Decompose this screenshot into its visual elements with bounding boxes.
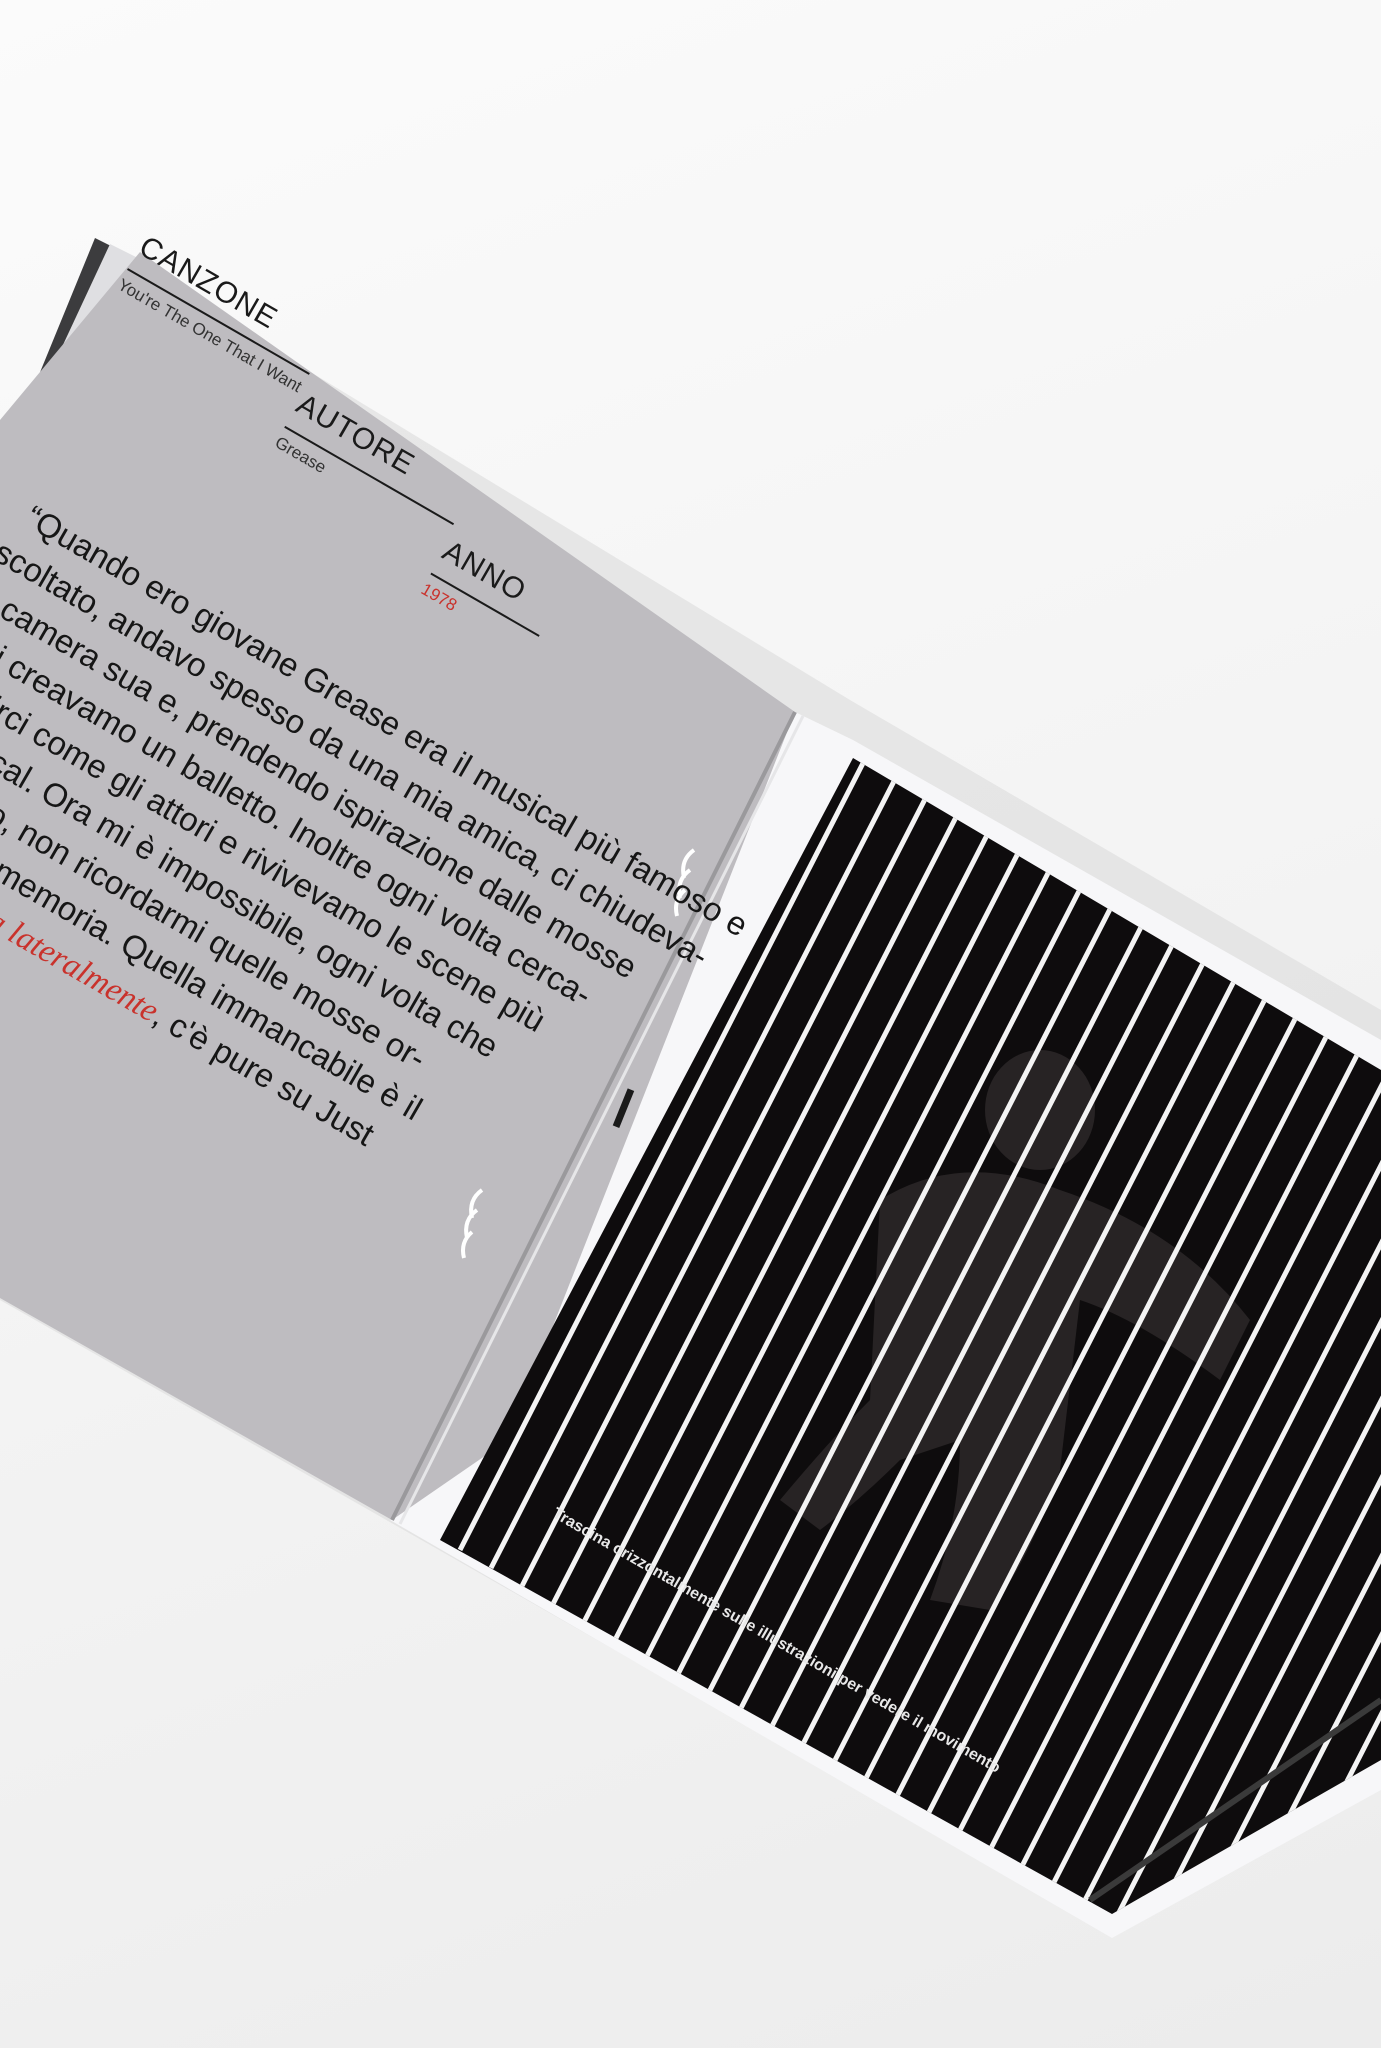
photo-scene: CANZONE You're The One That I Want AUTOR… xyxy=(0,0,1381,2048)
